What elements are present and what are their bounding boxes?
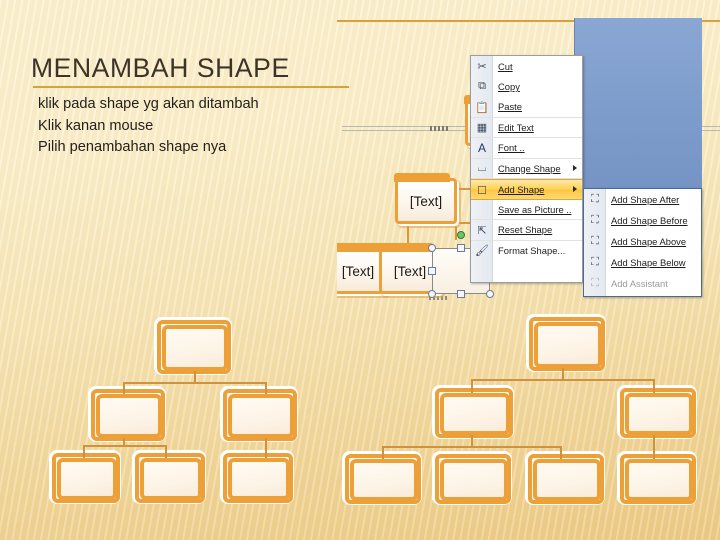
org-connector [471, 379, 473, 393]
submenu-item-label: Add Shape After [611, 193, 680, 205]
copy-icon: ⧉ [478, 80, 486, 92]
menu-item-label: Font .. [498, 142, 525, 154]
smartart-node-middle[interactable]: [Text] [394, 173, 457, 224]
selection-handle-sw[interactable] [428, 290, 436, 298]
menu-item-label: Add Shape [498, 183, 545, 195]
org-connector [83, 445, 85, 458]
org-node-l2-2[interactable] [135, 453, 205, 503]
menu-item-change-shape[interactable]: ⌴ Change Shape [471, 159, 582, 179]
chevron-right-icon [573, 165, 577, 172]
smartart-connector [407, 222, 409, 244]
smartart-node-label: [Text] [341, 263, 375, 279]
add-shape-after-icon: ⛶ [591, 192, 599, 205]
org-node-l2-1[interactable] [345, 454, 421, 504]
scissors-icon: ✂ [477, 60, 487, 73]
org-node-l2-1[interactable] [52, 453, 120, 503]
menu-item-format-shape[interactable]: 🖌 Format Shape... [471, 241, 582, 262]
selection-handle-w[interactable] [428, 267, 436, 275]
org-connector [123, 382, 267, 384]
change-shape-icon: ⌴ [477, 162, 487, 174]
org-node-l1-left[interactable] [435, 388, 513, 438]
submenu-item-add-shape-above[interactable]: ⛶ Add Shape Above [584, 231, 701, 252]
add-shape-submenu[interactable]: ⛶ Add Shape After ⛶ Add Shape Before ⛶ A… [583, 188, 702, 297]
smartart-node-tab [394, 173, 450, 182]
menu-item-add-shape[interactable]: ☐ Add Shape [471, 179, 582, 200]
title-underline [33, 86, 349, 88]
add-shape-icon: ☐ [477, 184, 487, 197]
org-node-l2-3[interactable] [223, 453, 293, 503]
org-connector [382, 446, 562, 448]
submenu-item-label: Add Shape Before [611, 214, 688, 226]
org-node-l2-3[interactable] [528, 454, 604, 504]
menu-item-edit-text[interactable]: ▦ Edit Text [471, 118, 582, 138]
org-connector [382, 446, 384, 459]
smartart-node-label: [Text] [393, 263, 427, 279]
menu-item-paste[interactable]: 📋 Paste [471, 97, 582, 118]
menu-item-label: Edit Text [498, 121, 534, 133]
context-menu[interactable]: ✂ Cut ⧉ Copy 📋 Paste ▦ Edit Text A Font … [470, 55, 583, 283]
menu-item-save-as-picture[interactable]: Save as Picture .. [471, 200, 582, 220]
menu-item-reset-shape[interactable]: ⇱ Reset Shape [471, 220, 582, 241]
menu-item-font[interactable]: A Font .. [471, 138, 582, 159]
selection-handle-se[interactable] [486, 290, 494, 298]
page-title: MENAMBAH SHAPE [31, 53, 290, 83]
slide-body-text: klik pada shape yg akan ditambah Klik ka… [38, 94, 259, 159]
smartart-node-tab [378, 243, 434, 252]
submenu-item-add-assistant: ⛶ Add Assistant [584, 273, 701, 294]
org-node-l2-2[interactable] [435, 454, 511, 504]
submenu-item-label: Add Shape Above [611, 235, 687, 247]
org-connector [560, 446, 562, 459]
org-connector [165, 445, 167, 458]
paste-icon: 📋 [475, 101, 489, 114]
body-line-3: Pilih penambahan shape nya [38, 139, 227, 155]
menu-item-label: Reset Shape [498, 224, 553, 236]
selection-handle-nw[interactable] [428, 244, 436, 252]
smartart-node-tab [337, 243, 384, 252]
selection-handle-n[interactable] [457, 244, 465, 252]
menu-item-label: Save as Picture .. [498, 203, 572, 215]
menu-item-label: Format Shape... [498, 245, 566, 257]
edit-text-icon: ▦ [476, 122, 488, 134]
org-connector [471, 379, 655, 381]
rotation-handle[interactable] [457, 231, 465, 239]
menu-item-label: Cut [498, 60, 513, 72]
menu-item-label: Change Shape [498, 162, 561, 174]
blue-capture-pane [574, 18, 702, 189]
add-shape-below-icon: ⛶ [591, 255, 599, 268]
menu-item-label: Copy [498, 81, 520, 93]
org-connector [653, 379, 655, 393]
submenu-item-label: Add Shape Below [611, 256, 686, 268]
save-picture-icon [474, 202, 490, 218]
add-shape-above-icon: ⛶ [591, 234, 599, 247]
menu-item-label: Paste [498, 101, 522, 113]
org-node-l2-4[interactable] [620, 454, 696, 504]
smartart-node-label: [Text] [409, 193, 443, 209]
submenu-item-label: Add Assistant [611, 277, 668, 289]
font-icon: A [477, 141, 486, 155]
body-line-1: klik pada shape yg akan ditambah [38, 96, 259, 112]
body-line-2: Klik kanan mouse [38, 117, 154, 134]
menu-item-copy[interactable]: ⧉ Copy [471, 77, 582, 98]
canvas-resize-handle[interactable] [430, 126, 448, 131]
reset-shape-icon: ⇱ [477, 224, 487, 237]
add-assistant-icon: ⛶ [591, 276, 599, 289]
menu-item-cut[interactable]: ✂ Cut [471, 56, 582, 77]
add-shape-before-icon: ⛶ [591, 213, 599, 226]
smartart-connector [455, 222, 457, 240]
org-node-l1-right[interactable] [620, 388, 696, 438]
org-connector [83, 445, 167, 447]
org-node-root[interactable] [529, 317, 605, 371]
submenu-item-add-shape-before[interactable]: ⛶ Add Shape Before [584, 210, 701, 231]
chevron-right-icon [573, 186, 577, 193]
submenu-item-add-shape-below[interactable]: ⛶ Add Shape Below [584, 252, 701, 273]
org-node-l1-left[interactable] [91, 389, 165, 441]
submenu-item-add-shape-after[interactable]: ⛶ Add Shape After [584, 189, 701, 210]
org-connector [653, 435, 655, 459]
org-node-root[interactable] [157, 320, 231, 374]
format-shape-icon: 🖌 [475, 245, 489, 257]
selection-handle-s[interactable] [457, 290, 465, 298]
org-node-l1-right[interactable] [223, 389, 297, 441]
